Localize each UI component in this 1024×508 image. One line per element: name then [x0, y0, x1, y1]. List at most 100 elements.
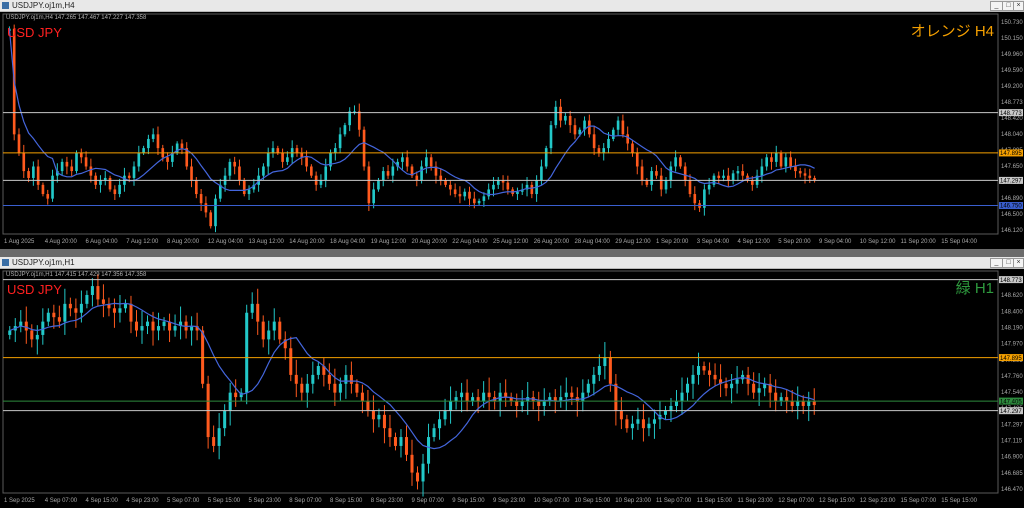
candle-body — [425, 157, 428, 167]
candle-body — [669, 166, 673, 181]
price-info-line: USDJPY.oj1m,H1 147.415 147.429 147.356 1… — [6, 272, 147, 278]
candle-body — [51, 175, 54, 199]
candle-body — [276, 148, 280, 153]
candle-body — [266, 152, 270, 167]
x-tick-label: 9 Sep 23:00 — [493, 498, 526, 504]
candle-body — [145, 321, 150, 327]
candle-body — [209, 212, 213, 227]
candle-body — [790, 401, 794, 406]
candle-body — [415, 175, 419, 181]
candle-body — [132, 166, 136, 178]
candle-body — [367, 166, 371, 204]
candle-body — [228, 161, 232, 176]
candle-body — [641, 419, 645, 429]
candle-body — [659, 175, 663, 190]
candle-body — [281, 152, 284, 162]
candle-body — [516, 191, 519, 195]
y-tick-label: 148.190 — [1001, 325, 1023, 331]
candle-body — [311, 374, 315, 384]
x-tick-label: 11 Sep 15:00 — [697, 498, 733, 504]
candle-body — [173, 326, 177, 331]
x-tick-label: 10 Sep 23:00 — [615, 498, 651, 504]
candle-body — [432, 428, 436, 438]
candle-body — [310, 166, 313, 176]
candle-body — [549, 125, 553, 149]
candle-body — [137, 152, 141, 167]
candle-body — [635, 152, 639, 167]
h1-candlestick-chart[interactable]: USDJPY.oj1m,H1 147.415 147.429 147.356 1… — [0, 269, 1024, 508]
candle-body — [134, 321, 139, 331]
x-tick-label: 10 Sep 12:00 — [860, 239, 896, 245]
candle-body — [278, 321, 282, 340]
candle-body — [688, 180, 692, 195]
candle-body — [140, 326, 144, 331]
candle-body — [74, 308, 78, 313]
candle-body — [415, 472, 420, 482]
candle-body — [619, 410, 623, 420]
candle-body — [46, 312, 50, 322]
candle-body — [27, 171, 30, 178]
candle-body — [650, 171, 653, 185]
candle-body — [693, 194, 697, 204]
candle-body — [17, 134, 21, 153]
x-tick-label: 5 Sep 23:00 — [249, 498, 282, 504]
h4-window-titlebar[interactable]: USDJPY.oj1m,H4 _ □ × — [0, 0, 1024, 12]
price-level-label: 148.773 — [1000, 278, 1022, 284]
plot-frame — [2, 270, 999, 494]
candle-body — [807, 401, 811, 406]
candle-body — [295, 148, 299, 153]
y-tick-label: 147.115 — [1001, 439, 1023, 445]
candle-body — [779, 152, 783, 167]
candle-body — [592, 374, 596, 384]
x-tick-label: 8 Aug 20:00 — [167, 239, 200, 245]
close-icon[interactable]: × — [1013, 258, 1024, 268]
x-tick-label: 19 Aug 12:00 — [371, 239, 407, 245]
candle-body — [542, 401, 546, 406]
candle-body — [65, 161, 69, 167]
candle-body — [680, 392, 684, 402]
x-tick-label: 8 Sep 15:00 — [330, 498, 363, 504]
candle-body — [487, 392, 491, 398]
candle-body — [568, 115, 572, 126]
candle-body — [621, 120, 625, 135]
candle-body — [151, 134, 155, 139]
x-tick-label: 10 Sep 15:00 — [575, 498, 611, 504]
candle-body — [796, 401, 800, 406]
candle-body — [581, 392, 585, 402]
y-tick-label: 147.650 — [1001, 164, 1023, 170]
symbol-label: USD JPY — [7, 282, 62, 297]
candle-body — [652, 419, 656, 424]
price-level-label: 147.405 — [1000, 399, 1022, 405]
x-tick-label: 20 Aug 20:00 — [412, 239, 448, 245]
candle-body — [305, 157, 308, 167]
candle-body — [89, 166, 93, 176]
candle-body — [808, 175, 812, 178]
candle-body — [399, 437, 403, 446]
candle-body — [101, 299, 105, 304]
candle-body — [393, 437, 397, 446]
close-icon[interactable]: × — [1013, 1, 1024, 11]
candle-body — [127, 175, 131, 178]
h4-candlestick-chart[interactable]: USDJPY.oj1m,H4 147.265 147.467 147.227 1… — [0, 12, 1024, 249]
h1-window-titlebar[interactable]: USDJPY.oj1m,H1 _ □ × — [0, 257, 1024, 269]
candle-body — [300, 383, 304, 393]
x-tick-label: 14 Aug 20:00 — [289, 239, 325, 245]
candle-body — [388, 428, 392, 438]
candle-body — [338, 134, 342, 149]
candle-body — [487, 189, 491, 197]
candle-body — [453, 189, 457, 195]
timeframe-corner-label: 緑 H1 — [956, 280, 994, 297]
candle-body — [70, 166, 74, 172]
y-tick-label: 148.400 — [1001, 309, 1023, 315]
candle-body — [630, 423, 634, 429]
candle-body — [85, 294, 89, 304]
candle-body — [316, 366, 320, 375]
candle-body — [108, 177, 112, 190]
candle-body — [765, 157, 768, 167]
candle-body — [429, 157, 433, 167]
x-tick-label: 15 Sep 15:00 — [941, 498, 977, 504]
window-separator — [0, 249, 1024, 257]
candle-body — [472, 198, 476, 204]
candle-body — [784, 157, 788, 167]
candle-body — [118, 308, 122, 313]
